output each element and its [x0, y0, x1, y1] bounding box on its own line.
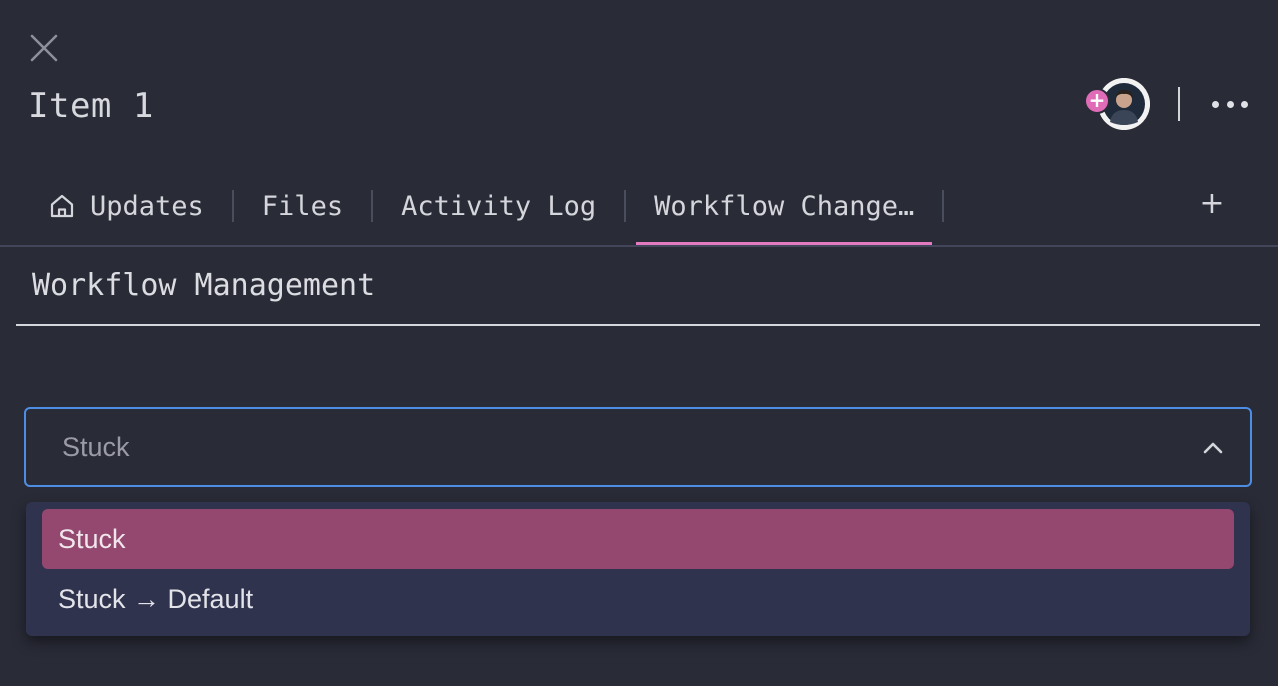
tab-separator [371, 190, 374, 222]
select-value: Stuck [62, 432, 130, 462]
dropdown-option-stuck-default[interactable]: Stuck → Default [42, 569, 1234, 629]
section-divider [16, 324, 1260, 326]
plus-icon: + [1088, 88, 1106, 112]
tab-workflow-change[interactable]: Workflow Change… [636, 168, 933, 246]
more-horizontal-icon [1212, 100, 1219, 108]
tab-separator [624, 190, 627, 222]
home-icon [48, 192, 76, 220]
tabs-divider [0, 245, 1278, 247]
header-divider [1178, 87, 1180, 121]
item-title: Item 1 [28, 86, 154, 126]
tab-activity-log[interactable]: Activity Log [385, 168, 612, 244]
close-button[interactable] [28, 32, 60, 64]
tab-label: Files [261, 190, 344, 222]
status-select[interactable]: Stuck [24, 407, 1252, 487]
header-actions: + [1084, 78, 1248, 130]
more-options-button[interactable] [1212, 94, 1248, 114]
tab-separator [231, 190, 234, 222]
select-dropdown-menu: Stuck Stuck → Default [26, 502, 1250, 636]
tab-separator [942, 190, 945, 222]
chevron-up-icon [1203, 442, 1223, 454]
add-tab-button[interactable]: + [1196, 186, 1228, 222]
tab-updates[interactable]: Updates [32, 168, 220, 244]
tab-label: Workflow Change… [654, 190, 915, 222]
close-icon [30, 34, 58, 62]
dropdown-option-stuck[interactable]: Stuck [42, 509, 1234, 569]
section-title: Workflow Management [32, 268, 376, 303]
tab-label: Activity Log [401, 190, 597, 222]
subscribers: + [1084, 78, 1150, 130]
tab-files[interactable]: Files [246, 168, 359, 244]
tab-bar: Updates Files Activity Log Workflow Chan… [32, 168, 956, 246]
add-subscriber-button[interactable]: + [1084, 88, 1110, 114]
tab-label: Updates [90, 190, 204, 222]
